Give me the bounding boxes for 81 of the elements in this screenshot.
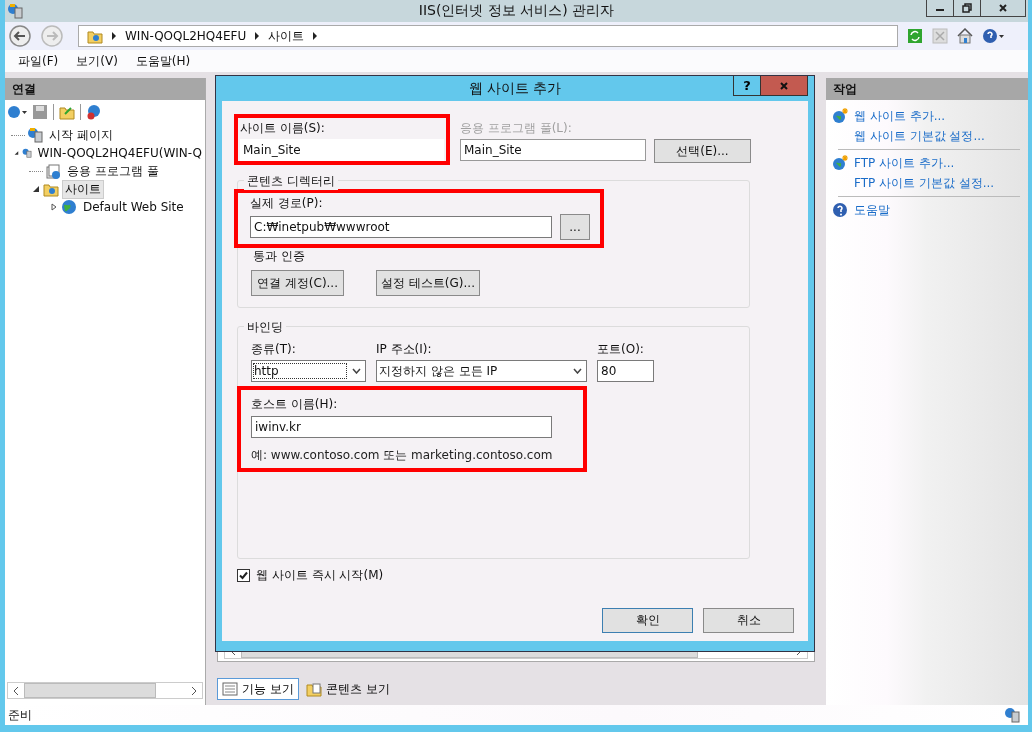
chevron-icon[interactable]: [254, 32, 261, 40]
app-pool-icon: [45, 163, 61, 179]
ok-button[interactable]: 확인: [602, 608, 693, 633]
folder-icon: [43, 181, 59, 197]
group-title: 콘텐츠 디렉터리: [244, 173, 338, 190]
tree-item[interactable]: Default Web Site: [80, 199, 187, 215]
host-name-field[interactable]: iwinv.kr: [251, 416, 552, 438]
server-icon: [27, 127, 43, 143]
help-icon[interactable]: [982, 28, 1006, 44]
path-field[interactable]: C:₩inetpub₩wwwroot: [250, 216, 552, 238]
view-tab[interactable]: 콘텐츠 보기: [300, 678, 395, 700]
action-link[interactable]: FTP 사이트 추가...: [854, 154, 955, 172]
cancel-button[interactable]: 취소: [703, 608, 794, 633]
status-text: 준비: [8, 706, 32, 724]
view-tab[interactable]: 기능 보기: [217, 678, 299, 700]
breadcrumb[interactable]: WIN-QOQL2HQ4EFU: [125, 29, 247, 43]
chevron-icon[interactable]: [312, 32, 319, 40]
hint-text: 예: www.contoso.com 또는 marketing.contoso.com: [251, 447, 554, 464]
panel-header: 작업: [826, 78, 1028, 100]
field-label: 포트(O):: [597, 341, 645, 358]
close-button[interactable]: [761, 76, 808, 96]
server-icon: [1004, 707, 1020, 723]
collapse-icon[interactable]: [14, 149, 19, 157]
browse-button[interactable]: ...: [560, 214, 590, 240]
tree-item[interactable]: WIN-QOQL2HQ4EFU(WIN-Q: [34, 145, 205, 161]
folder-icon: [87, 28, 103, 44]
action-link[interactable]: 웹 사이트 기본값 설정...: [854, 127, 985, 145]
field-label: 종류(T):: [251, 341, 297, 358]
connect-as-button[interactable]: 연결 계정(C)...: [251, 270, 344, 296]
globe-icon: [832, 155, 848, 171]
save-icon[interactable]: [32, 104, 48, 120]
checkbox-label: 웹 사이트 즉시 시작(M): [256, 567, 384, 584]
select-button[interactable]: 선택(E)...: [654, 139, 751, 163]
group-title: 바인딩: [244, 319, 286, 336]
dialog-title: 웹 사이트 추가: [468, 80, 562, 98]
chevron-icon[interactable]: [111, 32, 117, 40]
menu-item[interactable]: 파일(F): [18, 52, 59, 70]
field-label: IP 주소(I):: [376, 341, 433, 358]
help-icon: [832, 202, 848, 218]
field-label: 사이트 이름(S):: [240, 120, 326, 137]
refresh-icon[interactable]: [907, 28, 923, 44]
tree-item[interactable]: 시작 페이지: [46, 125, 116, 145]
globe-icon: [61, 199, 77, 215]
help-button[interactable]: ?: [733, 76, 761, 96]
window-title: IIS(인터넷 정보 서비스) 관리자: [418, 2, 615, 20]
folder-icon: [305, 681, 322, 697]
field-label: 호스트 이름(H):: [251, 396, 339, 413]
list-icon: [222, 681, 238, 697]
restore-icon: [962, 3, 972, 13]
close-icon: [779, 80, 789, 91]
breadcrumb[interactable]: 사이트: [268, 27, 305, 45]
close-icon: [998, 3, 1008, 13]
action-link[interactable]: 도움말: [854, 201, 890, 219]
checkbox[interactable]: [237, 569, 250, 582]
field-label: 응용 프로그램 풀(L):: [460, 120, 573, 137]
home-icon[interactable]: [957, 28, 973, 44]
expand-icon[interactable]: [51, 203, 57, 211]
address-field[interactable]: WIN-QOQL2HQ4EFU 사이트: [78, 25, 898, 47]
port-field[interactable]: 80: [597, 360, 654, 382]
menu-item[interactable]: 도움말(H): [135, 52, 191, 70]
globe-icon[interactable]: [7, 104, 29, 120]
section-label: 통과 인증: [253, 249, 305, 263]
tree-item[interactable]: 사이트: [62, 179, 104, 199]
type-dropdown[interactable]: http: [251, 360, 366, 382]
action-link[interactable]: 웹 사이트 추가...: [854, 107, 946, 125]
panel-header: 연결: [5, 78, 205, 100]
site-name-field[interactable]: Main_Site: [240, 139, 444, 161]
folder-icon[interactable]: [59, 104, 75, 120]
restore-button[interactable]: [953, 0, 981, 17]
horizontal-scrollbar[interactable]: [7, 682, 203, 699]
collapse-icon[interactable]: [32, 185, 40, 193]
ip-dropdown[interactable]: 지정하지 않은 모든 IP: [376, 360, 587, 382]
menu-item[interactable]: 보기(V): [76, 52, 118, 70]
minimize-button[interactable]: [926, 0, 954, 17]
globe-icon: [832, 108, 848, 124]
back-icon[interactable]: [8, 24, 32, 48]
close-button[interactable]: [980, 0, 1026, 17]
test-settings-button[interactable]: 설정 테스트(G)...: [376, 270, 480, 296]
action-link[interactable]: FTP 사이트 기본값 설정...: [854, 174, 995, 192]
tree-item[interactable]: 응용 프로그램 풀: [64, 161, 162, 181]
field-label: 실제 경로(P):: [250, 195, 324, 212]
